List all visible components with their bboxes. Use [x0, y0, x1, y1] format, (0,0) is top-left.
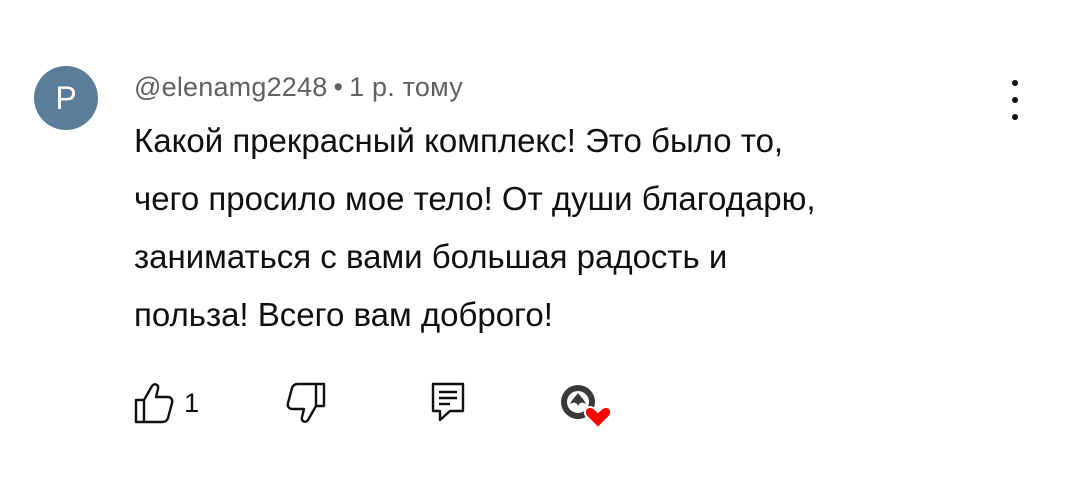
- comment-time: 1 р. тому: [349, 72, 463, 102]
- like-count: 1: [184, 387, 200, 418]
- author-handle[interactable]: @elenamg2248: [134, 72, 327, 102]
- comment: P @elenamg2248 • 1 р. тому Какой прекрасны…: [0, 0, 1080, 482]
- dislike-button[interactable]: [284, 380, 328, 426]
- avatar-letter: P: [55, 79, 77, 116]
- comment-meta: @elenamg2248 • 1 р. тому: [134, 72, 463, 103]
- like-button[interactable]: 1: [132, 380, 199, 426]
- creator-heart-icon: [556, 380, 616, 432]
- meta-separator: •: [333, 72, 344, 102]
- thumb-up-icon: [132, 380, 176, 426]
- avatar[interactable]: P: [34, 66, 98, 130]
- comment-actions: 1: [132, 380, 652, 432]
- thumb-down-icon: [284, 380, 328, 426]
- comment-text: Какой прекрасный комплекс! Это было то, …: [134, 122, 816, 333]
- creator-heart-badge: [556, 380, 616, 432]
- reply-button[interactable]: [428, 380, 468, 426]
- more-dot: [1012, 80, 1018, 86]
- reply-icon: [428, 380, 468, 426]
- more-dot: [1012, 97, 1018, 103]
